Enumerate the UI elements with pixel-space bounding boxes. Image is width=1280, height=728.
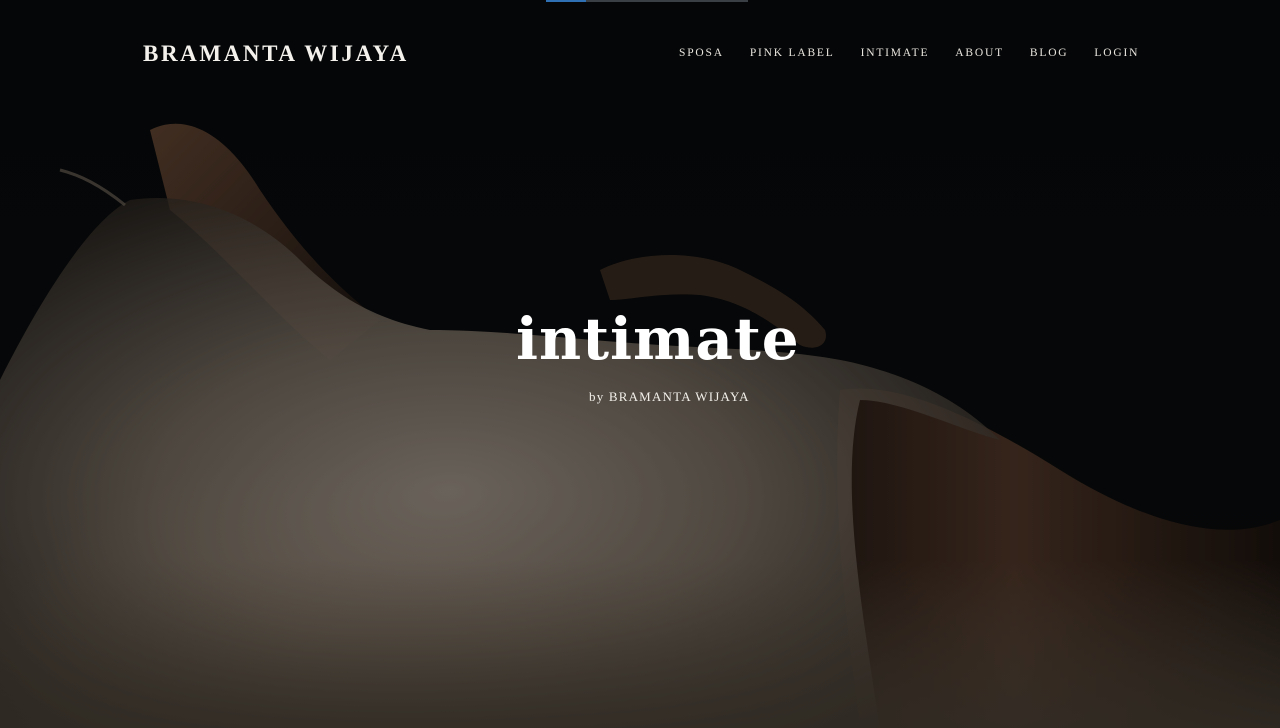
progress-fill (546, 0, 586, 2)
nav-item-pink-label[interactable]: PINK LABEL (750, 47, 835, 59)
page-load-progress-bar (546, 0, 748, 2)
site-logo[interactable]: BRAMANTA WIJAYA (143, 41, 409, 67)
nav-item-about[interactable]: ABOUT (955, 47, 1004, 59)
hero-subtitle: by BRAMANTA WIJAYA (589, 389, 750, 404)
nav-item-sposa[interactable]: SPOSA (679, 47, 724, 59)
hero-title: intimate (516, 305, 800, 373)
nav-item-intimate[interactable]: INTIMATE (861, 47, 930, 59)
page: BRAMANTA WIJAYA SPOSA PINK LABEL INTIMAT… (0, 0, 1280, 728)
nav-item-blog[interactable]: BLOG (1030, 47, 1069, 59)
main-navigation: SPOSA PINK LABEL INTIMATE ABOUT BLOG LOG… (679, 47, 1139, 59)
nav-item-login[interactable]: LOGIN (1094, 47, 1139, 59)
